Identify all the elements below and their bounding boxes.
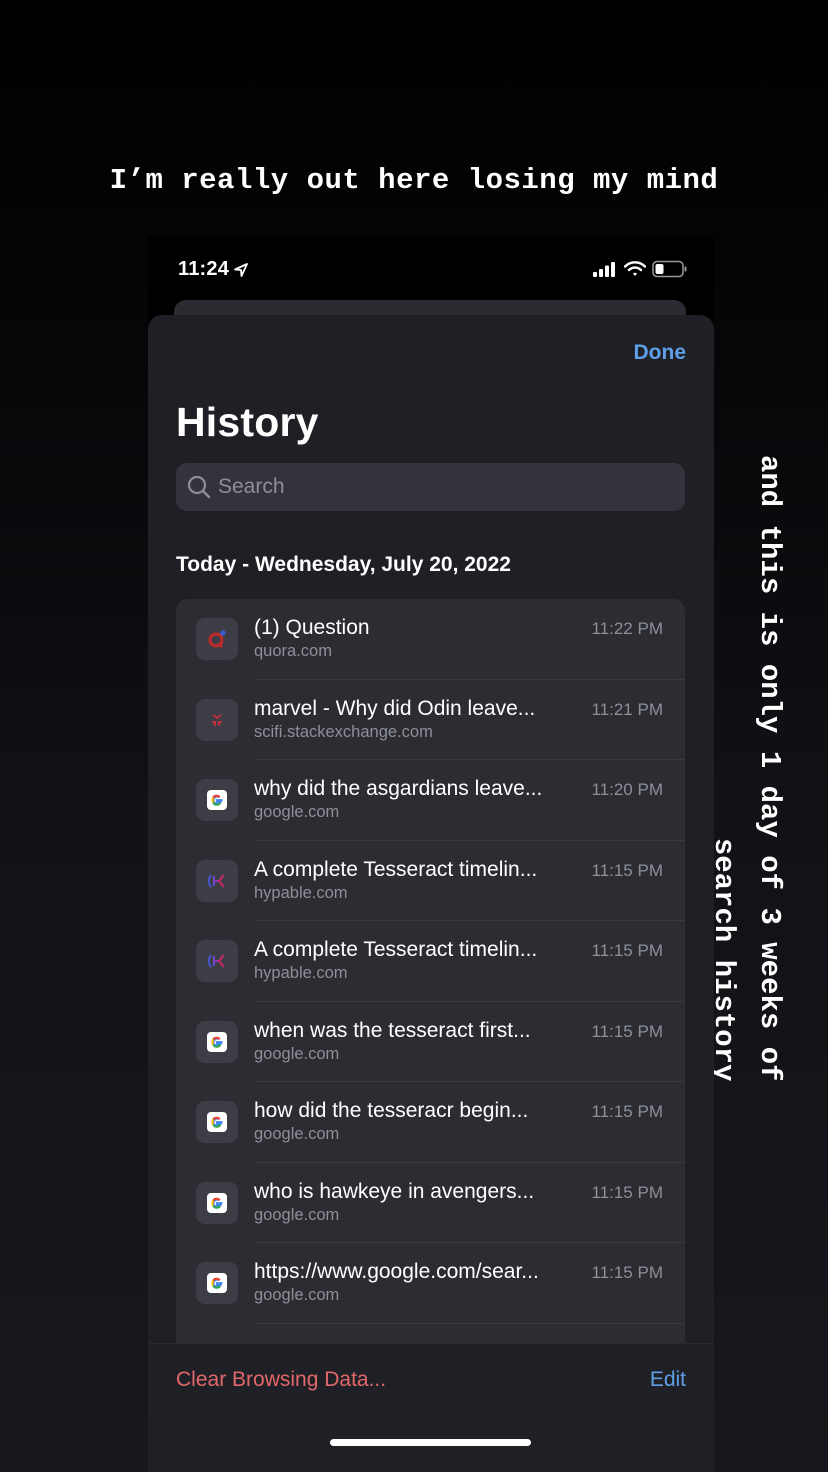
section-header-today: Today - Wednesday, July 20, 2022 [176,553,511,576]
history-row-time: 11:15 PM [591,1182,663,1202]
history-row-time: 11:15 PM [591,1102,663,1121]
history-row[interactable]: https://www.google.com/sear... google.co… [176,1243,685,1324]
history-row-domain: scifi.stackexchange.com [254,722,433,741]
history-row[interactable]: A complete Tesseract timelin... hypable.… [176,921,685,1002]
google-favicon-icon [196,1181,238,1224]
google-favicon-icon [196,1020,238,1063]
history-list: (1) Question quora.com 11:22 PM marvel -… [176,599,685,1379]
history-row-domain: hypable.com [254,964,348,983]
clear-browsing-data-button[interactable]: Clear Browsing Data... [176,1368,386,1392]
top-caption: I’m really out here losing my mind [109,164,719,197]
wifi-icon [624,261,646,276]
status-time-text: 11:24 [178,258,230,280]
hypable-favicon-icon [196,940,238,983]
bottom-toolbar: Clear Browsing Data... Edit [148,1343,714,1472]
history-row[interactable]: A complete Tesseract timelin... hypable.… [176,841,685,922]
history-row[interactable]: why did the asgardians leave... google.c… [176,760,685,841]
battery-low-icon [652,260,687,278]
history-row-domain: hypable.com [254,883,348,902]
cellular-signal-icon [593,262,615,277]
history-row-time: 11:15 PM [591,941,663,960]
history-row-domain: quora.com [254,642,332,661]
hypable-favicon-icon [196,859,238,902]
stackexchange-favicon-icon [196,698,238,741]
quora-favicon-icon [196,618,238,661]
history-row-time: 11:15 PM [591,860,663,880]
history-sheet: Done History Today - Wednesday, July 20,… [148,315,714,1472]
page-title: History [176,399,319,445]
history-row-domain: google.com [254,1286,340,1305]
history-row-time: 11:15 PM [591,1021,663,1041]
status-icons [592,260,688,278]
history-row-time: 11:15 PM [591,1263,663,1282]
history-row-domain: google.com [254,1044,340,1063]
location-arrow-icon [234,262,248,277]
edit-button[interactable]: Edit [650,1368,686,1392]
search-field[interactable] [176,463,685,511]
search-input[interactable] [218,475,638,499]
google-favicon-icon [196,1101,238,1144]
history-row-time: 11:21 PM [591,699,663,719]
history-row-time: 11:20 PM [591,780,663,799]
status-bar: 11:24 [148,236,714,300]
history-row-domain: google.com [254,1125,340,1144]
history-row-domain: google.com [254,803,340,822]
history-row[interactable]: how did the tesseracr begin... google.co… [176,1082,685,1163]
google-favicon-icon [196,1262,238,1305]
status-time: 11:24 [178,258,249,281]
history-row-domain: google.com [254,1205,340,1224]
done-button[interactable]: Done [634,341,687,365]
home-indicator[interactable] [330,1439,531,1446]
search-icon [187,475,211,499]
history-row-time: 11:22 PM [591,619,663,638]
phone-screen: 11:24 Done History Search Today - Wednes… [148,236,714,1472]
side-caption-line-1: and this is only 1 day of 3 weeks of [753,455,786,1082]
history-row[interactable]: who is hawkeye in avengers... google.com… [176,1163,685,1244]
history-row[interactable]: when was the tesseract first... google.c… [176,1002,685,1083]
history-row[interactable]: marvel - Why did Odin leave... scifi.sta… [176,680,685,761]
history-row[interactable]: (1) Question quora.com 11:22 PM [176,599,685,680]
google-favicon-icon [196,779,238,822]
